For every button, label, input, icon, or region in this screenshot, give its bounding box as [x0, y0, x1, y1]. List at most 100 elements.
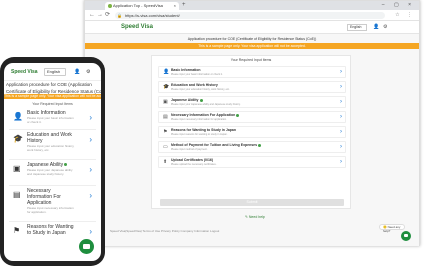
mobile-required-items-title: Your Required Input Items — [32, 102, 73, 106]
item-method-of-payment[interactable]: ▭ Method of Payment for Tuition and Livi… — [158, 141, 346, 153]
favicon-icon — [108, 4, 112, 8]
mobile-gear-icon[interactable]: ⚙ — [86, 68, 90, 76]
mobile-item-education-work-history[interactable]: 🎓 Education and Work History Please inpu… — [9, 130, 96, 160]
chevron-right-icon: › — [340, 114, 342, 120]
mobile-brand-logo[interactable]: Speed Visa — [11, 69, 38, 75]
browser-window: Application Top - SpeedVisa × + – ▢ × ← … — [84, 0, 420, 246]
document-icon: ▤ — [13, 190, 21, 199]
item-education-work-history[interactable]: 🎓 Education and Work History Please inpu… — [158, 81, 346, 93]
chevron-right-icon: › — [340, 99, 342, 105]
chevron-right-icon: › — [340, 69, 342, 75]
mobile-item-necessary-information[interactable]: ▤ Necessary Information For Application … — [9, 186, 96, 222]
check-icon — [64, 163, 68, 167]
mobile-chat-icon[interactable] — [79, 239, 94, 254]
chevron-right-icon: › — [340, 84, 342, 90]
id-card-icon: ▣ — [13, 164, 21, 173]
item-desc: Please input your basic information or c… — [27, 116, 74, 124]
tab-title: Application Top - SpeedVisa — [113, 3, 163, 8]
lock-icon: 🔒 — [117, 13, 122, 18]
item-reasons-study[interactable]: ⚑ Reasons for Wanting to Study in Japan … — [158, 126, 346, 138]
item-desc: Please upload the necessary certificates… — [171, 163, 217, 166]
chevron-right-icon: › — [340, 159, 342, 165]
check-icon — [258, 143, 262, 147]
url-text: https://s-visa.com/visa/student/ — [125, 13, 180, 18]
item-desc: Please input necessary information for a… — [171, 118, 227, 121]
submit-button[interactable]: Submit — [160, 199, 344, 206]
chat-icon[interactable] — [401, 231, 411, 241]
tab-bar: Application Top - SpeedVisa × + – ▢ × — [85, 1, 419, 10]
item-title: Method of Payment for Tuition and Living… — [171, 143, 258, 147]
mobile-sample-banner: This is a sample page only. Your visa ap… — [4, 94, 101, 99]
item-title: Basic Information — [171, 68, 201, 72]
item-title: Upload Certificates (0/16) — [171, 158, 214, 162]
item-title: Education and Work History — [171, 83, 218, 87]
window-controls[interactable]: – ▢ × — [382, 1, 415, 10]
graduation-cap-icon: 🎓 — [13, 134, 23, 143]
site-header: Speed Visa English 👤 ⚙ — [85, 21, 419, 34]
chevron-right-icon: › — [89, 191, 92, 200]
required-items-title: Your Required Input Items — [230, 58, 272, 62]
item-title: Reasons for Wanting to Study in Japan — [27, 224, 74, 236]
item-title: Necessary Information For Application — [27, 188, 61, 206]
item-title: Reasons for Wanting to Study in Japan — [171, 128, 237, 132]
back-icon[interactable]: ← — [89, 11, 95, 20]
mobile-item-basic-information[interactable]: 👤 Basic Information Please input your ba… — [9, 108, 96, 130]
close-tab-icon[interactable]: × — [174, 2, 176, 10]
reload-icon[interactable]: ⟳ — [105, 11, 110, 20]
phone-frame: Speed Visa English 👤 ⚙ Application proce… — [0, 57, 105, 266]
mobile-user-icon[interactable]: 👤 — [74, 68, 80, 76]
item-title-row: Method of Payment for Tuition and Living… — [171, 143, 262, 147]
document-icon: ▤ — [163, 114, 168, 120]
check-icon — [236, 113, 240, 117]
user-icon[interactable]: 👤 — [373, 24, 379, 31]
procedure-title: Application procedure for COE (Certifica… — [187, 37, 317, 41]
item-desc: Please input reasons for wanting to stud… — [171, 133, 228, 136]
flag-icon: ⚑ — [13, 226, 21, 235]
item-desc: Please input your Japanese ability and J… — [171, 103, 241, 106]
chevron-right-icon: › — [340, 129, 342, 135]
item-upload-certificates[interactable]: ⬆ Upload Certificates (0/16) Please uplo… — [158, 156, 346, 168]
mobile-procedure-line-1: Application procedure for COE (Applicati… — [6, 82, 92, 87]
chevron-right-icon: › — [340, 144, 342, 150]
chevron-right-icon: › — [89, 227, 92, 236]
item-title: Japanese Ability — [171, 98, 199, 102]
required-items-card: Your Required Input Items 👤 Basic Inform… — [151, 55, 351, 209]
footer-links[interactable]: Speed Visa(SpeedVisa) Terms of Use Priva… — [110, 229, 219, 233]
mobile-item-japanese-ability[interactable]: ▣ Japanese Ability Please input your Jap… — [9, 160, 96, 186]
chevron-right-icon: › — [89, 113, 92, 122]
item-desc: Please input your education history, wor… — [27, 144, 75, 152]
item-basic-information[interactable]: 👤 Basic Information Please input your ba… — [158, 66, 346, 78]
address-bar: ← → ⟳ 🔒 https://s-visa.com/visa/student/… — [85, 10, 419, 21]
chevron-right-icon: › — [89, 165, 92, 174]
graduation-cap-icon: 🎓 — [163, 84, 170, 90]
item-title-row: Necessary Information For Application — [171, 113, 240, 117]
language-select[interactable]: English — [347, 24, 367, 31]
item-desc: Please input necessary information for a… — [27, 206, 74, 214]
mobile-language-select[interactable]: English — [44, 68, 66, 76]
forward-icon[interactable]: → — [97, 11, 103, 20]
brand-logo[interactable]: Speed Visa — [121, 23, 153, 32]
item-title: Necessary Information For Application — [171, 113, 236, 117]
check-icon — [199, 98, 203, 102]
mobile-header: Speed Visa English 👤 ⚙ — [4, 63, 101, 81]
item-title-row: Japanese Ability — [171, 98, 203, 102]
chat-tooltip: 🙂 Need any help? — [379, 224, 405, 233]
phone-screen: Speed Visa English 👤 ⚙ Application proce… — [4, 63, 101, 261]
help-link[interactable]: ✎ Need help — [245, 215, 265, 220]
item-necessary-information[interactable]: ▤ Necessary Information For Application … — [158, 111, 346, 123]
item-desc: Please input your basic information or c… — [171, 73, 223, 76]
upload-icon: ⬆ — [163, 159, 168, 165]
url-field[interactable]: 🔒 https://s-visa.com/visa/student/ — [115, 12, 385, 19]
wallet-icon: ▭ — [163, 144, 168, 150]
menu-icons[interactable]: ☆ ⋮ — [395, 11, 415, 20]
flag-icon: ⚑ — [163, 129, 168, 135]
new-tab-icon[interactable]: + — [182, 1, 186, 10]
item-desc: Please input your Japanese ability and J… — [27, 168, 73, 176]
chevron-right-icon: › — [89, 135, 92, 144]
gear-icon[interactable]: ⚙ — [383, 24, 387, 31]
item-japanese-ability[interactable]: ▣ Japanese Ability Please input your Jap… — [158, 96, 346, 108]
person-icon: 👤 — [163, 69, 170, 75]
item-desc: Please input your education history, wor… — [171, 88, 230, 91]
help-label: Need help — [248, 215, 265, 219]
browser-tab[interactable]: Application Top - SpeedVisa × — [105, 2, 179, 10]
